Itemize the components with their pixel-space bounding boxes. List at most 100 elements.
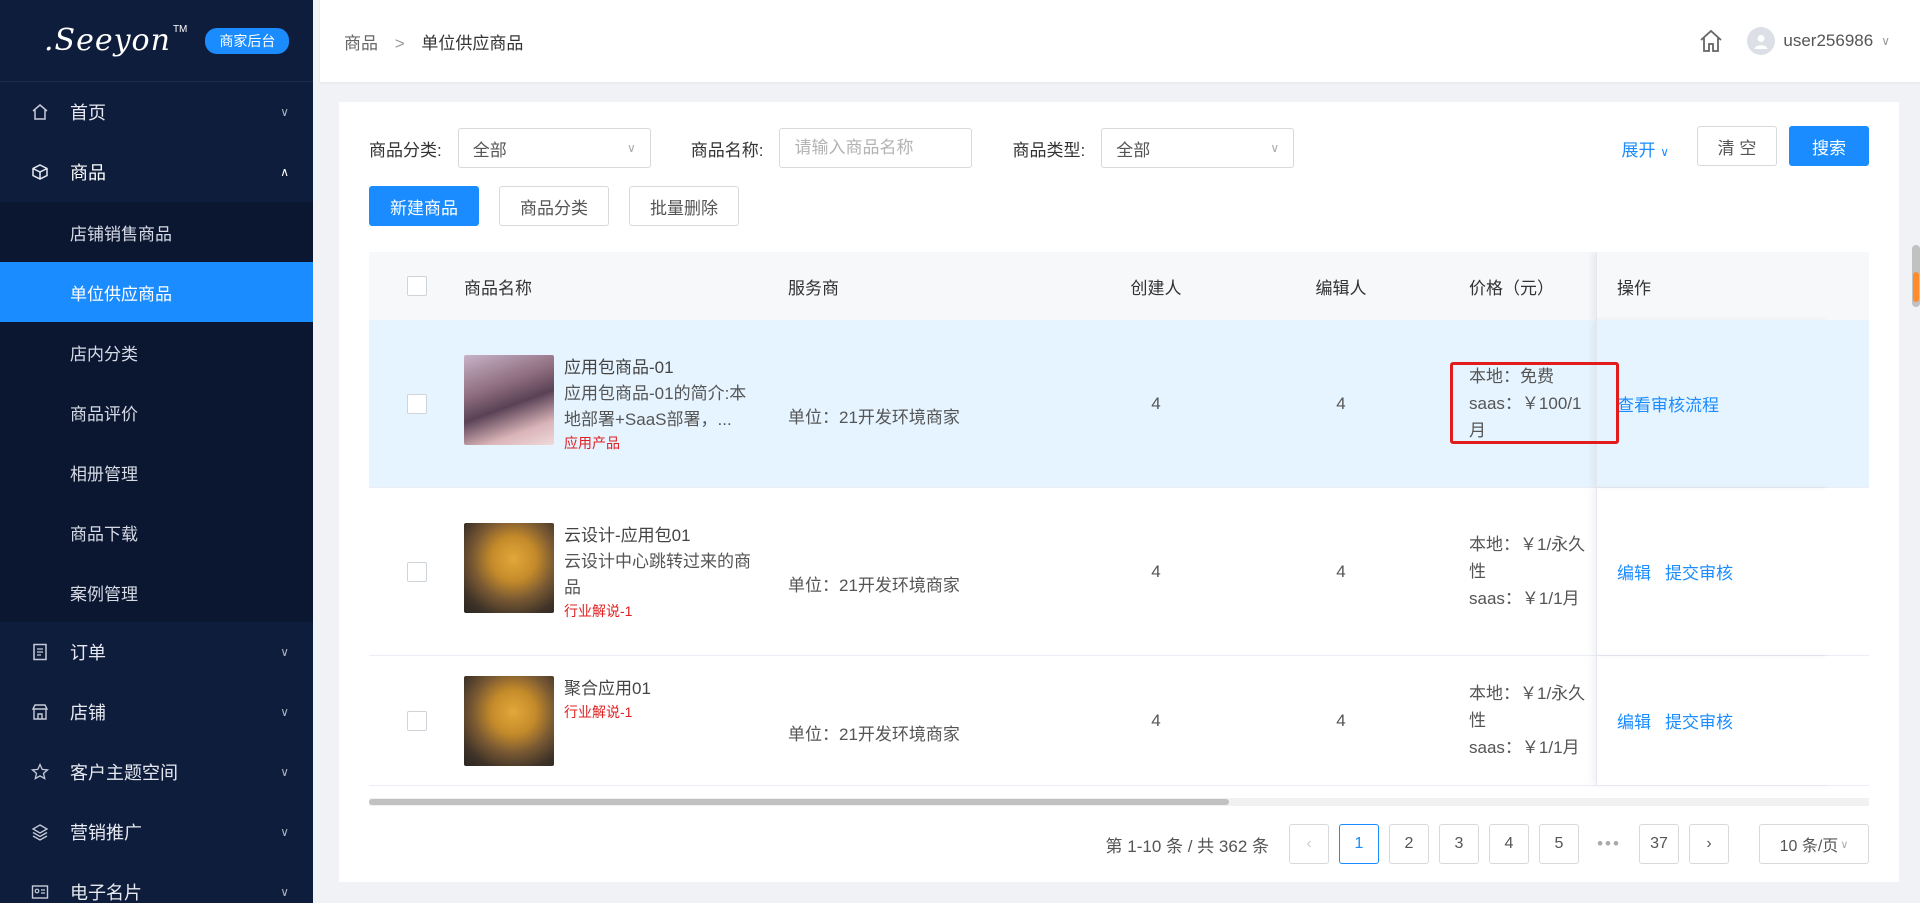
- provider-cell: 单位：21开发环境商家: [788, 576, 960, 595]
- view-review-flow-link[interactable]: 查看审核流程: [1617, 391, 1719, 416]
- table-row: 聚合应用01 行业解说-1 单位：21开发环境商家 4 4 本地：￥1/永久性 …: [369, 656, 1869, 786]
- product-info: 应用包商品-01 应用包商品-01的简介:本地部署+SaaS部署，... 应用产…: [464, 354, 788, 453]
- product-category-button[interactable]: 商品分类: [499, 186, 609, 226]
- pagination-ellipsis[interactable]: •••: [1589, 834, 1629, 854]
- edit-link[interactable]: 编辑: [1617, 559, 1651, 584]
- card-icon: [30, 882, 50, 902]
- product-thumbnail[interactable]: [464, 522, 554, 613]
- submit-review-link[interactable]: 提交审核: [1665, 708, 1733, 733]
- product-title[interactable]: 应用包商品-01: [564, 355, 754, 381]
- merchant-badge: 商家后台: [205, 27, 290, 54]
- category-select[interactable]: 全部 ∨: [457, 128, 651, 168]
- product-thumbnail[interactable]: [464, 354, 554, 445]
- provider-cell: 单位：21开发环境商家: [788, 408, 960, 427]
- layers-icon: [30, 822, 50, 842]
- new-product-button[interactable]: 新建商品: [369, 186, 479, 226]
- creator-cell: 4: [1151, 393, 1161, 413]
- prev-page-button[interactable]: ‹: [1289, 824, 1329, 864]
- column-header-actions: 操作: [1596, 252, 1831, 320]
- page-button-5[interactable]: 5: [1539, 824, 1579, 864]
- avatar[interactable]: [1747, 27, 1776, 55]
- product-title[interactable]: 云设计-应用包01: [564, 523, 754, 549]
- sidebar-item-label: 店铺: [70, 703, 106, 723]
- sidebar-subitem-store-products[interactable]: 店铺销售商品: [0, 202, 313, 262]
- product-tag: 应用产品: [564, 434, 620, 451]
- row-checkbox[interactable]: [406, 561, 427, 582]
- edit-link[interactable]: 编辑: [1617, 708, 1651, 733]
- submit-review-link[interactable]: 提交审核: [1665, 559, 1733, 584]
- brand-bar: .Seeyon TM 商家后台: [0, 0, 313, 82]
- sidebar-item-business-card[interactable]: 电子名片 ∨: [0, 862, 313, 903]
- chevron-down-icon: ∨: [280, 825, 289, 839]
- page-button-1[interactable]: 1: [1339, 824, 1379, 864]
- home-icon: [30, 102, 50, 122]
- product-info: 聚合应用01 行业解说-1: [464, 675, 788, 766]
- pagination-total: 第 1-10 条 / 共 362 条: [1105, 836, 1269, 856]
- product-text: 应用包商品-01 应用包商品-01的简介:本地部署+SaaS部署，... 应用产…: [564, 355, 754, 453]
- page-button-3[interactable]: 3: [1439, 824, 1479, 864]
- sidebar-item-customer-space[interactable]: 客户主题空间 ∨: [0, 742, 313, 802]
- row-checkbox-cell: [369, 561, 464, 582]
- star-icon: [30, 762, 50, 782]
- clear-button[interactable]: 清 空: [1697, 126, 1777, 166]
- sidebar-subitem-unit-supply-products[interactable]: 单位供应商品: [0, 262, 313, 322]
- row-checkbox[interactable]: [406, 710, 427, 731]
- sidebar-subitem-product-reviews[interactable]: 商品评价: [0, 382, 313, 442]
- product-text: 云设计-应用包01 云设计中心跳转过来的商品 行业解说-1: [564, 523, 754, 621]
- sidebar-subitem-case-management[interactable]: 案例管理: [0, 562, 313, 622]
- chevron-down-icon: ∨: [1270, 141, 1280, 155]
- sidebar-subitem-store-categories[interactable]: 店内分类: [0, 322, 313, 382]
- sidebar-item-shop[interactable]: 店铺 ∨: [0, 682, 313, 742]
- product-tag: 行业解说-1: [564, 602, 633, 619]
- product-tag: 行业解说-1: [564, 703, 633, 720]
- filter-bar: 商品分类: 全部 ∨ 商品名称: 商品类型: 全部 ∨ 展开 ∨ 清 空 搜索: [369, 126, 1869, 170]
- user-area: user256986 ∨: [1697, 0, 1890, 82]
- breadcrumb-item-products[interactable]: 商品: [344, 34, 378, 53]
- username[interactable]: user256986: [1783, 31, 1873, 51]
- type-filter-label: 商品类型:: [1012, 140, 1086, 160]
- sidebar-item-products[interactable]: 商品 ∧: [0, 142, 313, 202]
- price-cell: 本地：￥1/永久性 saas：￥1/1月: [1396, 531, 1596, 612]
- sidebar-subitem-product-download[interactable]: 商品下载: [0, 502, 313, 562]
- action-bar: 新建商品 商品分类 批量删除: [369, 186, 759, 226]
- category-filter-label: 商品分类:: [369, 140, 442, 160]
- sidebar-item-marketing[interactable]: 营销推广 ∨: [0, 802, 313, 862]
- sidebar-item-home[interactable]: 首页 ∨: [0, 82, 313, 142]
- horizontal-scroll-thumb[interactable]: [369, 799, 1229, 805]
- brand-logo: .Seeyon: [44, 23, 171, 58]
- chevron-down-icon: ∨: [280, 885, 289, 899]
- column-header-name: 商品名称: [464, 278, 532, 298]
- next-page-button[interactable]: ›: [1689, 824, 1729, 864]
- price-saas: saas：￥1/1月: [1469, 738, 1580, 757]
- table-horizontal-scrollbar[interactable]: [369, 798, 1869, 806]
- select-all-checkbox[interactable]: [406, 276, 427, 296]
- product-name-input[interactable]: [779, 128, 973, 168]
- page-button-last[interactable]: 37: [1639, 824, 1679, 864]
- search-button[interactable]: 搜索: [1789, 126, 1869, 166]
- chevron-down-icon[interactable]: ∨: [1881, 34, 1890, 48]
- sidebar-subitem-album-management[interactable]: 相册管理: [0, 442, 313, 502]
- page-button-4[interactable]: 4: [1489, 824, 1529, 864]
- row-checkbox[interactable]: [406, 393, 427, 414]
- editor-cell: 4: [1336, 561, 1346, 581]
- type-select[interactable]: 全部 ∨: [1101, 128, 1295, 168]
- product-thumbnail[interactable]: [464, 675, 554, 766]
- creator-cell: 4: [1151, 561, 1161, 581]
- sidebar-item-label: 首页: [70, 103, 106, 123]
- table-header: 商品名称 服务商 创建人 编辑人 价格（元） 操作: [369, 252, 1869, 320]
- home-icon[interactable]: [1697, 27, 1725, 55]
- sidebar-item-orders[interactable]: 订单 ∨: [0, 622, 313, 682]
- batch-delete-button[interactable]: 批量删除: [629, 186, 739, 226]
- page-button-2[interactable]: 2: [1389, 824, 1429, 864]
- expand-filters-link[interactable]: 展开 ∨: [1621, 136, 1669, 161]
- page-size-select[interactable]: 10 条/页 ∨: [1759, 824, 1869, 864]
- breadcrumb: 商品 > 单位供应商品: [344, 29, 523, 54]
- chevron-down-icon: ∨: [1840, 838, 1849, 851]
- provider-cell: 单位：21开发环境商家: [788, 725, 960, 744]
- product-title[interactable]: 聚合应用01: [564, 676, 651, 702]
- price-local: 本地：￥1/永久性: [1469, 535, 1586, 581]
- creator-cell: 4: [1151, 710, 1161, 730]
- top-bar: 商品 > 单位供应商品 user256986 ∨: [320, 0, 1920, 82]
- column-header-editor: 编辑人: [1315, 278, 1367, 298]
- chevron-down-icon: ∨: [280, 645, 289, 659]
